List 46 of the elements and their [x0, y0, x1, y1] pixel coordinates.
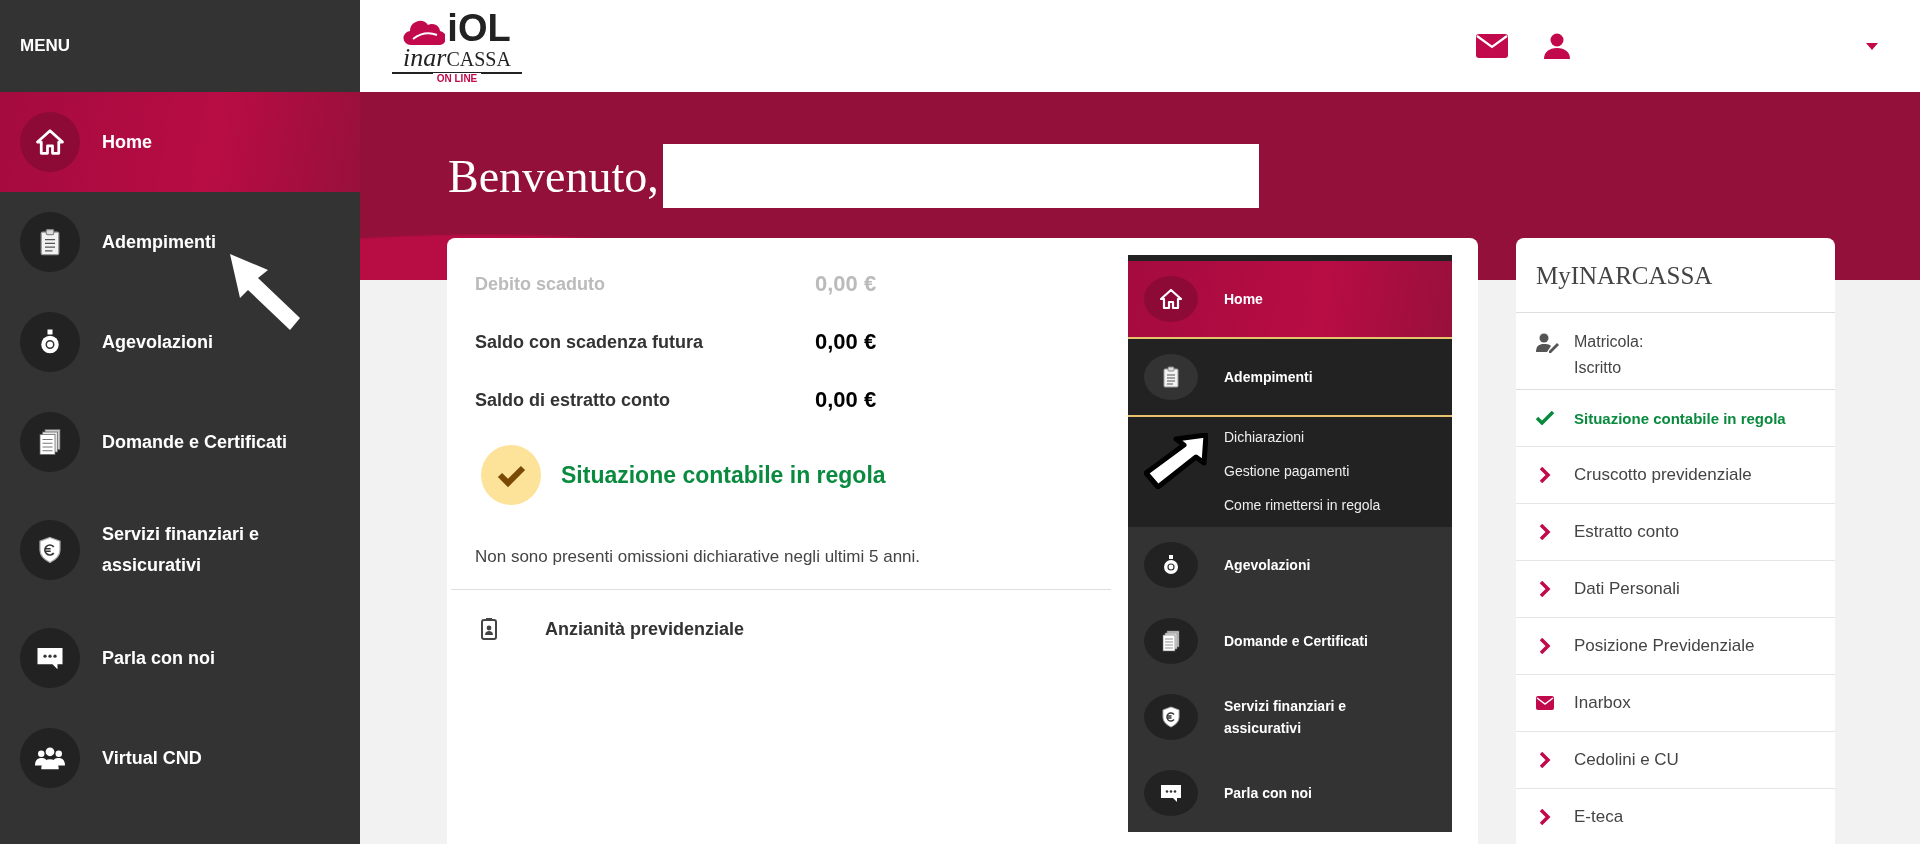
balance-amount: 0,00 €: [815, 387, 877, 413]
caret-icon[interactable]: [1866, 42, 1878, 50]
balance-label: Saldo di estratto conto: [475, 389, 671, 411]
submenu-item: Come rimettersi in regola: [1224, 497, 1382, 513]
check-circle-icon: [481, 445, 541, 505]
mail-icon: [1536, 696, 1554, 710]
home-icon: [1159, 287, 1183, 311]
sidebar-item[interactable]: Virtual CND: [0, 708, 360, 808]
account-link[interactable]: Posizione Previdenziale: [1516, 618, 1835, 675]
menu-title: MENU: [20, 36, 71, 56]
balance-label: Debito scaduto: [475, 273, 606, 295]
submenu-item: Dichiarazioni: [1224, 429, 1306, 445]
submenu-item: Gestione pagamenti: [1224, 463, 1351, 479]
account-link[interactable]: Estratto conto: [1516, 504, 1835, 561]
profile-text: Matricola:: [1574, 333, 1644, 351]
account-link[interactable]: Inarbox: [1516, 675, 1835, 732]
sidebar-item[interactable]: Home: [0, 92, 360, 192]
sidebar-item[interactable]: Servizi finanziari e assicurativi: [0, 492, 360, 608]
mail-icon[interactable]: [1476, 34, 1508, 58]
sidebar-item[interactable]: Domande e Certificati: [0, 392, 360, 492]
status-text: Situazione contabile in regola: [561, 461, 886, 489]
account-link[interactable]: Situazione contabile in regola: [1516, 390, 1835, 447]
notice-text: Non sono presenti omissioni dichiarative negli ultimi 5 anni.: [475, 547, 922, 567]
balance-amount: 0,00 €: [815, 329, 877, 355]
account-link[interactable]: Dati Personali: [1516, 561, 1835, 618]
user-edit-icon: [1536, 333, 1560, 353]
balance-label: Saldo con scadenza futura: [475, 331, 705, 353]
balance-amount: 0,00 €: [815, 271, 877, 297]
account-link[interactable]: E-teca: [1516, 789, 1835, 844]
documents-icon: [1159, 629, 1183, 653]
account-link[interactable]: Cedolini e CU: [1516, 732, 1835, 789]
sidebar-item[interactable]: Adempimenti: [0, 192, 360, 292]
profile-text: Iscritto: [1574, 359, 1623, 377]
sidebar-item[interactable]: Agevolazioni: [0, 292, 360, 392]
welcome-title: Benvenuto,: [448, 149, 659, 203]
pension-seniority-link[interactable]: Anzianità previdenziale: [545, 618, 745, 640]
arrow-pointer-drawing: [1144, 433, 1208, 489]
card-title: MyINARCASSA: [1516, 238, 1835, 313]
sidebar-item[interactable]: Parla con noi: [0, 608, 360, 708]
home-icon: [35, 127, 65, 157]
check-icon: [1536, 411, 1554, 425]
inarcassa-logo[interactable]: iOL inarCASSA ON LINE: [392, 8, 522, 84]
id-badge-icon: [481, 618, 497, 640]
user-icon[interactable]: [1544, 33, 1570, 59]
account-link[interactable]: Cruscotto previdenziale: [1516, 447, 1835, 504]
euro-shield-icon: [1159, 705, 1183, 729]
